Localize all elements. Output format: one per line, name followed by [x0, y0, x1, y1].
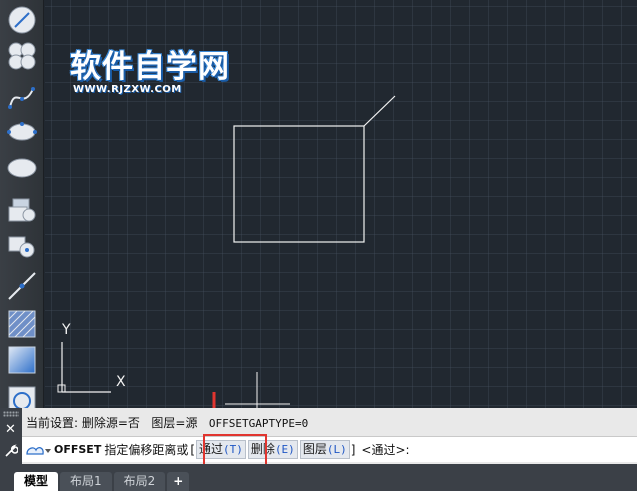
tab-model[interactable]: 模型 — [14, 472, 59, 491]
option-close-bracket: ] — [350, 442, 356, 457]
hatch-icon[interactable] — [4, 306, 40, 342]
option-layer-label: 图层 — [302, 442, 327, 456]
option-through-label: 通过 — [199, 442, 224, 456]
history-gaptype: OFFSETGAPTYPE=0 — [208, 417, 309, 430]
option-layer-key: (L) — [326, 443, 347, 456]
ucs-y-label: Y — [61, 322, 71, 338]
option-erase-key: (E) — [274, 443, 295, 456]
drawn-diagonal-line — [363, 95, 396, 127]
ellipse-arc-icon[interactable] — [4, 150, 40, 186]
option-open-bracket: [ — [190, 442, 196, 457]
block-insert-icon[interactable] — [4, 192, 40, 228]
option-through[interactable]: 通过(T) — [196, 440, 246, 459]
command-prompt-icon[interactable] — [24, 440, 54, 460]
history-layer: 图层=源 — [151, 416, 198, 430]
grip-icon[interactable] — [3, 411, 19, 417]
draw-toolbar — [0, 0, 44, 415]
ucs-x-label: X — [116, 374, 126, 390]
tab-layout1[interactable]: 布局1 — [60, 472, 112, 491]
option-layer[interactable]: 图层(L) — [299, 440, 350, 459]
command-prompt: 指定偏移距离或 — [104, 443, 189, 457]
ellipse-icon[interactable] — [4, 114, 40, 150]
gradient-icon[interactable] — [4, 342, 40, 378]
wrench-icon[interactable] — [4, 444, 18, 458]
history-delete-source: 删除源=否 — [81, 416, 140, 430]
command-name: OFFSET — [54, 443, 102, 456]
option-through-key: (T) — [223, 443, 243, 456]
command-window: ✕ 当前设置: 删除源=否 图层=源 OFFSETGAPTYPE=0 OFFSE… — [0, 408, 637, 464]
command-window-handle[interactable]: ✕ — [0, 408, 22, 464]
close-icon[interactable]: ✕ — [5, 423, 16, 436]
spline-icon[interactable] — [4, 80, 40, 116]
command-history-line: 当前设置: 删除源=否 图层=源 OFFSETGAPTYPE=0 — [26, 414, 308, 431]
drawn-square — [233, 125, 365, 243]
command-input-line[interactable]: OFFSET 指定偏移距离或 [ 通过(T) 删除(E) 图层(L) ] <通过… — [22, 436, 637, 462]
drawing-canvas[interactable]: 软件自学网 WWW.RJZXW.COM Y X — [45, 0, 637, 408]
construction-line-icon[interactable] — [4, 268, 40, 304]
layout-tabs: 模型 布局1 布局2 + — [0, 464, 637, 491]
history-prefix: 当前设置: — [26, 416, 79, 430]
option-erase[interactable]: 删除(E) — [247, 440, 298, 459]
make-block-icon[interactable] — [4, 228, 40, 264]
command-default: <通过>: — [361, 443, 410, 457]
cloud-icon[interactable] — [4, 38, 40, 74]
add-layout-button[interactable]: + — [167, 472, 190, 491]
option-erase-label: 删除 — [250, 442, 275, 456]
line-draw-icon[interactable] — [4, 2, 40, 38]
drawing-geometry: Y X — [57, 95, 396, 408]
tab-layout2[interactable]: 布局2 — [113, 472, 166, 491]
